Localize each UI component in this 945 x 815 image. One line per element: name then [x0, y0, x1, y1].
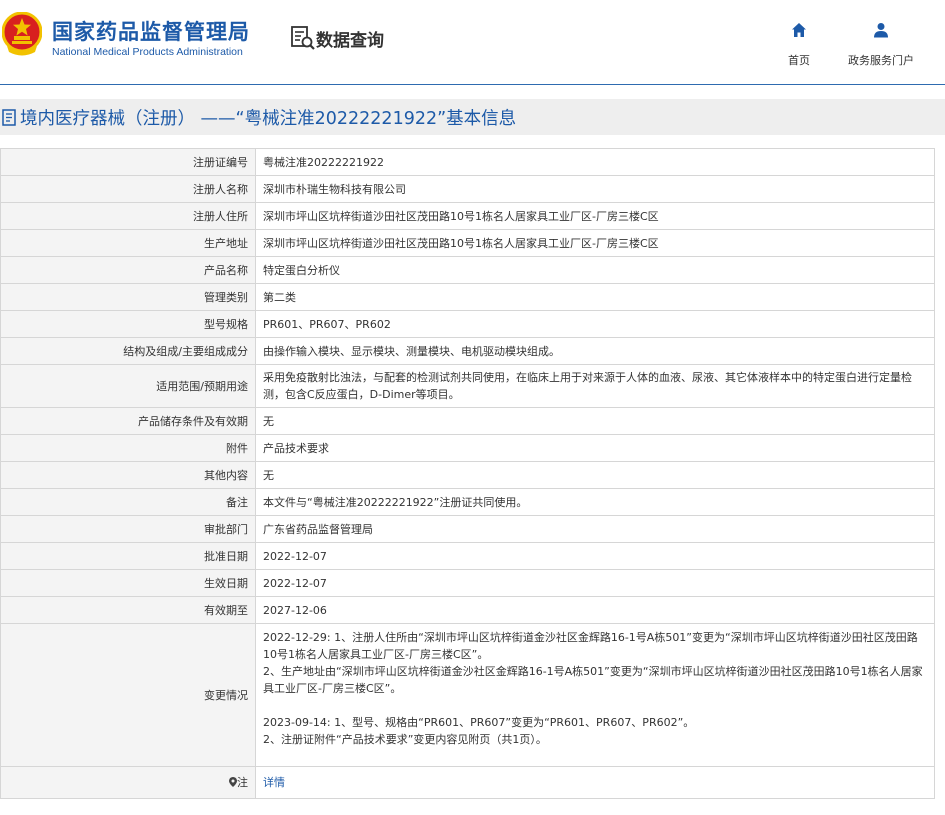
data-query-icon: [291, 26, 315, 50]
field-value: 深圳市朴瑞生物科技有限公司: [255, 175, 935, 203]
change-history-label: 变更情况: [0, 623, 256, 767]
field-label: 注册人住所: [0, 202, 256, 230]
field-value: 无: [255, 407, 935, 435]
field-value: 深圳市坪山区坑梓街道沙田社区茂田路10号1栋名人居家具工业厂区-厂房三楼C区: [255, 229, 935, 257]
change-spacer: [263, 697, 927, 714]
change-line: 2、生产地址由“深圳市坪山区坑梓街道金沙社区金辉路16-1号A栋501”变更为“…: [263, 665, 923, 695]
details-link[interactable]: 详情: [263, 776, 285, 789]
note-label-cell: 注: [0, 766, 256, 799]
note-value-cell: 详情: [255, 766, 935, 799]
field-label: 注册证编号: [0, 148, 256, 176]
field-label: 其他内容: [0, 461, 256, 489]
national-emblem-icon: [2, 12, 42, 56]
device-info-table: 注册证编号 粤械注准20222221922 注册人名称 深圳市朴瑞生物科技有限公司 …: [0, 148, 935, 799]
home-icon: [792, 23, 806, 37]
site-logo-title: 国家药品监督管理局: [52, 20, 250, 44]
field-value: 特定蛋白分析仪: [255, 256, 935, 284]
table-row: 生产地址 深圳市坪山区坑梓街道沙田社区茂田路10号1栋名人居家具工业厂区-厂房三楼…: [0, 229, 935, 257]
field-label: 备注: [0, 488, 256, 516]
field-value: 本文件与“粤械注准20222221922”注册证共同使用。: [255, 488, 935, 516]
field-value: PR601、PR607、PR602: [255, 310, 935, 338]
table-row: 注册人住所 深圳市坪山区坑梓街道沙田社区茂田路10号1栋名人居家具工业厂区-厂房三…: [0, 202, 935, 230]
site-logo-subtitle: National Medical Products Administration: [52, 46, 243, 58]
location-pin-icon: [229, 777, 237, 787]
table-row: 结构及组成/主要组成成分 由操作输入模块、显示模块、测量模块、电机驱动模块组成。: [0, 337, 935, 365]
page-title-bar: 境内医疗器械（注册） ——“粤械注准20222221922”基本信息: [0, 99, 945, 135]
table-row: 备注 本文件与“粤械注准20222221922”注册证共同使用。: [0, 488, 935, 516]
table-row: 注册证编号 粤械注准20222221922: [0, 148, 935, 176]
document-icon: [2, 109, 16, 126]
field-label: 管理类别: [0, 283, 256, 311]
field-value: 无: [255, 461, 935, 489]
nav-gov-service-portal[interactable]: 政务服务门户: [842, 22, 920, 68]
table-row: 管理类别 第二类: [0, 283, 935, 311]
field-value: 2022-12-07: [255, 542, 935, 570]
field-label: 生效日期: [0, 569, 256, 597]
field-value: 产品技术要求: [255, 434, 935, 462]
field-label: 附件: [0, 434, 256, 462]
field-label: 型号规格: [0, 310, 256, 338]
table-row: 附件 产品技术要求: [0, 434, 935, 462]
field-value: 广东省药品监督管理局: [255, 515, 935, 543]
change-history-value: 2022-12-29: 1、注册人住所由“深圳市坪山区坑梓街道金沙社区金辉路16…: [255, 623, 935, 767]
change-line: 2023-09-14: 1、型号、规格由“PR601、PR607”变更为“PR6…: [263, 716, 695, 729]
field-label: 产品储存条件及有效期: [0, 407, 256, 435]
field-label: 批准日期: [0, 542, 256, 570]
table-row: 产品储存条件及有效期无: [0, 407, 935, 435]
field-label: 结构及组成/主要组成成分: [0, 337, 256, 365]
change-line: 2022-12-29: 1、注册人住所由“深圳市坪山区坑梓街道金沙社区金辉路16…: [263, 631, 918, 661]
site-header: 国家药品监督管理局 National Medical Products Admi…: [0, 0, 945, 85]
table-row: 其他内容无: [0, 461, 935, 489]
field-value: 采用免疫散射比浊法，与配套的检测试剂共同使用，在临床上用于对来源于人体的血液、尿…: [255, 364, 935, 408]
field-label: 产品名称: [0, 256, 256, 284]
field-label: 审批部门: [0, 515, 256, 543]
table-row: 有效期至 2027-12-06: [0, 596, 935, 624]
field-label: 有效期至: [0, 596, 256, 624]
nav-home[interactable]: 首页: [776, 22, 822, 68]
table-row: 产品名称 特定蛋白分析仪: [0, 256, 935, 284]
field-value: 由操作输入模块、显示模块、测量模块、电机驱动模块组成。: [255, 337, 935, 365]
table-row: 注册人名称 深圳市朴瑞生物科技有限公司: [0, 175, 935, 203]
change-line: 2、注册证附件“产品技术要求”变更内容见附页（共1页）。: [263, 733, 547, 746]
table-row: 生效日期 2022-12-07: [0, 569, 935, 597]
field-label: 生产地址: [0, 229, 256, 257]
data-query-label: 数据查询: [316, 31, 384, 51]
table-row: 变更情况 2022-12-29: 1、注册人住所由“深圳市坪山区坑梓街道金沙社区…: [0, 623, 935, 767]
table-row: 审批部门 广东省药品监督管理局: [0, 515, 935, 543]
field-label: 注册人名称: [0, 175, 256, 203]
user-icon: [874, 23, 888, 38]
field-value: 2022-12-07: [255, 569, 935, 597]
nav-gov-label: 政务服务门户: [848, 54, 914, 67]
field-value: 粤械注准20222221922: [255, 148, 935, 176]
field-label: 适用范围/预期用途: [0, 364, 256, 408]
table-row: 型号规格 PR601、PR607、PR602: [0, 310, 935, 338]
note-label: 注: [237, 776, 248, 789]
nav-home-label: 首页: [788, 54, 810, 67]
table-row: 适用范围/预期用途 采用免疫散射比浊法，与配套的检测试剂共同使用，在临床上用于对来…: [0, 364, 935, 408]
field-value: 2027-12-06: [255, 596, 935, 624]
page-title: 境内医疗器械（注册） ——“粤械注准20222221922”基本信息: [20, 109, 517, 129]
field-value: 第二类: [255, 283, 935, 311]
field-value: 深圳市坪山区坑梓街道沙田社区茂田路10号1栋名人居家具工业厂区-厂房三楼C区: [255, 202, 935, 230]
table-row: 批准日期 2022-12-07: [0, 542, 935, 570]
table-row: 注 详情: [0, 766, 935, 799]
